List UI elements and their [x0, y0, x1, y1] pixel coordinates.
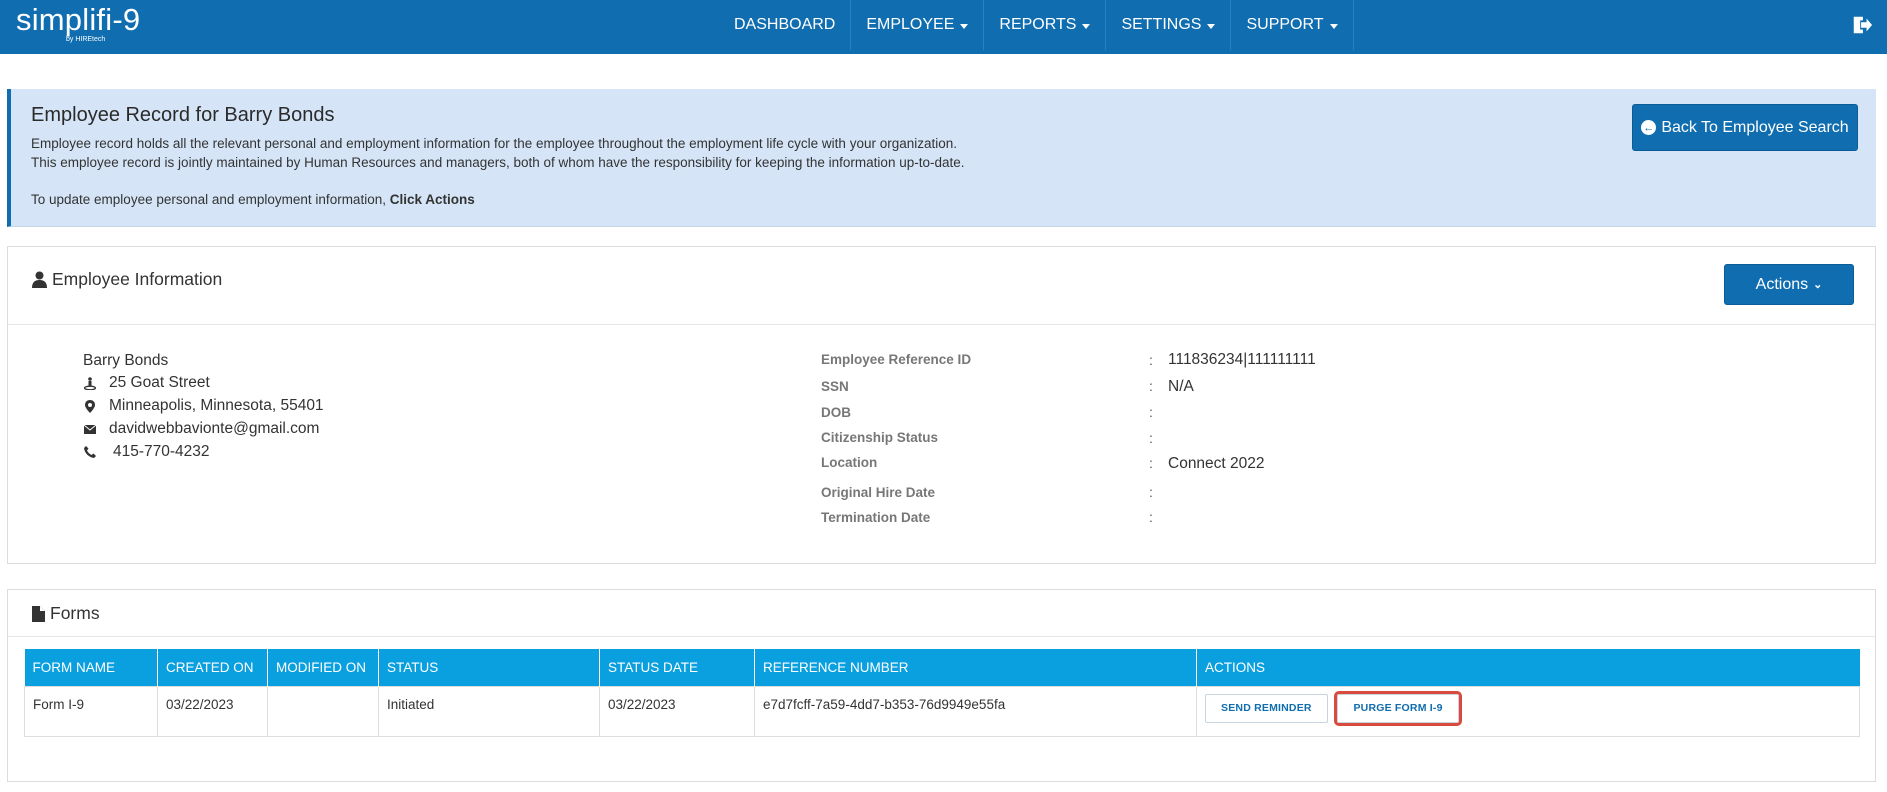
nav-item-dashboard[interactable]: DASHBOARD: [719, 0, 852, 50]
phone-icon: [83, 445, 97, 459]
actions-button-label: Actions: [1755, 275, 1809, 293]
purge-form-i9-button[interactable]: PURGE FORM I-9: [1334, 690, 1462, 726]
cell-reference-number: e7d7fcff-7a59-4dd7-b353-76d9949e55fa: [754, 685, 1197, 737]
field-label-employee-reference-id: Employee Reference ID: [821, 352, 972, 367]
column-header-actions: ACTIONS: [1196, 649, 1860, 686]
cell-modified-on: [267, 685, 379, 737]
info-description-1: Employee record holds all the relevant p…: [31, 136, 958, 151]
forms-panel: Forms FORM NAME CREATED ON MODIFIED ON S…: [7, 589, 1876, 782]
nav-item-label: SUPPORT: [1246, 16, 1324, 33]
info-banner: Employee Record for Barry Bonds Employee…: [7, 89, 1876, 227]
top-navbar: simplifi-9 by HIREtech DASHBOARD EMPLOYE…: [0, 0, 1887, 54]
brand-subtitle: by HIREtech: [66, 36, 106, 43]
cell-actions: SEND REMINDER PURGE FORM I-9: [1196, 685, 1860, 737]
page-title: Employee Record for Barry Bonds: [31, 104, 335, 126]
caret-down-icon: [960, 23, 969, 29]
field-label-location: Location: [821, 455, 878, 470]
column-header-form-name[interactable]: FORM NAME: [24, 649, 158, 686]
field-value-employee-reference-id: 111836234|111111111: [1168, 351, 1316, 368]
field-colon: :: [1149, 378, 1153, 394]
field-colon: :: [1149, 404, 1153, 420]
info-description-3-text: To update employee personal and employme…: [31, 192, 386, 207]
brand-name: simplifi-9: [16, 2, 141, 37]
forms-table: FORM NAME CREATED ON MODIFIED ON STATUS …: [24, 649, 1860, 737]
map-marker-icon: [83, 399, 97, 413]
column-header-modified-on[interactable]: MODIFIED ON: [267, 649, 379, 686]
nav-item-support[interactable]: SUPPORT: [1231, 0, 1354, 50]
field-colon: :: [1149, 484, 1153, 500]
back-to-employee-search-button[interactable]: ← Back To Employee Search: [1632, 104, 1858, 151]
employee-email: davidwebbavionte@gmail.com: [83, 420, 319, 438]
field-colon: :: [1149, 509, 1153, 525]
arrow-left-circle-icon: ←: [1641, 120, 1657, 135]
nav-item-label: DASHBOARD: [734, 16, 836, 33]
table-row: Form I-9 03/22/2023 Initiated 03/22/2023…: [24, 685, 1860, 737]
nav-item-settings[interactable]: SETTINGS: [1106, 0, 1232, 50]
column-header-reference-number[interactable]: REFERENCE NUMBER: [754, 649, 1197, 686]
logout-icon[interactable]: [1851, 14, 1873, 36]
nav-item-label: SETTINGS: [1121, 16, 1202, 33]
street-text: 25 Goat Street: [109, 374, 210, 391]
employee-information-panel: Employee Information Actions ⌄ Barry Bon…: [7, 246, 1876, 564]
info-description-2: This employee record is jointly maintain…: [31, 155, 965, 170]
employee-panel-title: Employee Information: [32, 269, 222, 290]
city-text: Minneapolis, Minnesota, 55401: [109, 397, 324, 414]
cell-created-on: 03/22/2023: [157, 685, 268, 737]
employee-city: Minneapolis, Minnesota, 55401: [83, 397, 324, 415]
envelope-icon: [83, 422, 97, 436]
field-label-termination-date: Termination Date: [821, 510, 931, 525]
cell-status: Initiated: [378, 685, 600, 737]
user-icon: [32, 271, 47, 288]
caret-down-icon: [1082, 23, 1091, 29]
info-description-3-bold: Click Actions: [389, 192, 475, 207]
field-colon: :: [1149, 430, 1153, 446]
info-description-3: To update employee personal and employme…: [31, 192, 475, 207]
nav-item-label: REPORTS: [999, 16, 1077, 33]
forms-panel-title-text: Forms: [50, 603, 100, 623]
field-value-ssn: N/A: [1168, 378, 1194, 395]
cell-status-date: 03/22/2023: [599, 685, 755, 737]
send-reminder-button[interactable]: SEND REMINDER: [1205, 693, 1328, 723]
field-label-citizenship-status: Citizenship Status: [821, 430, 939, 445]
employee-panel-header: Employee Information Actions ⌄: [8, 247, 1875, 325]
field-label-original-hire-date: Original Hire Date: [821, 485, 936, 500]
cell-form-name: Form I-9: [24, 685, 158, 737]
field-colon: :: [1149, 455, 1153, 471]
field-label-dob: DOB: [821, 405, 851, 420]
phone-text: 415-770-4232: [113, 443, 210, 460]
employee-street: 25 Goat Street: [83, 374, 210, 392]
actions-dropdown-button[interactable]: Actions ⌄: [1724, 264, 1854, 305]
nav-item-reports[interactable]: REPORTS: [984, 0, 1107, 50]
email-text: davidwebbavionte@gmail.com: [109, 420, 320, 437]
column-header-status-date[interactable]: STATUS DATE: [599, 649, 755, 686]
street-view-icon: [83, 376, 97, 390]
file-icon: [32, 605, 45, 622]
nav-item-label: EMPLOYEE: [866, 16, 955, 33]
column-header-created-on[interactable]: CREATED ON: [157, 649, 268, 686]
forms-panel-header: Forms: [8, 590, 1875, 637]
caret-down-icon: [1329, 23, 1338, 29]
field-colon: :: [1149, 352, 1153, 368]
caret-down-icon: [1207, 23, 1216, 29]
back-button-label: Back To Employee Search: [1661, 118, 1849, 136]
forms-panel-title: Forms: [32, 603, 100, 624]
nav-item-employee[interactable]: EMPLOYEE: [851, 0, 985, 50]
field-value-location: Connect 2022: [1168, 455, 1265, 472]
field-label-ssn: SSN: [821, 379, 849, 394]
employee-panel-title-text: Employee Information: [52, 269, 223, 289]
table-header-row: FORM NAME CREATED ON MODIFIED ON STATUS …: [24, 649, 1860, 686]
nav-menu: DASHBOARD EMPLOYEE REPORTS SETTINGS SUPP…: [719, 0, 1354, 52]
employee-phone: 415-770-4232: [83, 443, 210, 461]
column-header-status[interactable]: STATUS: [378, 649, 600, 686]
brand-logo[interactable]: simplifi-9 by HIREtech: [16, 0, 176, 50]
employee-name: Barry Bonds: [83, 352, 169, 369]
chevron-down-icon: ⌄: [1813, 279, 1823, 291]
